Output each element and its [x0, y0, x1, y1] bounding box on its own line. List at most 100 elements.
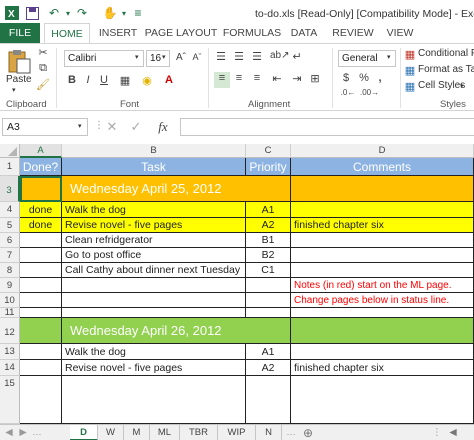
- number-format-dropdown-icon[interactable]: ▾: [387, 53, 391, 61]
- row-header[interactable]: 1: [0, 158, 20, 176]
- font-color-icon[interactable]: A: [162, 74, 176, 86]
- row-header[interactable]: 14: [0, 360, 20, 376]
- currency-button[interactable]: $: [340, 72, 352, 84]
- name-box[interactable]: A3: [2, 118, 88, 136]
- copy-icon[interactable]: ⧉: [36, 62, 50, 75]
- bold-button[interactable]: B: [66, 74, 78, 86]
- task-cell[interactable]: Call Cathy about dinner next Tuesday: [62, 263, 246, 278]
- italic-button[interactable]: I: [82, 74, 94, 86]
- comment-cell[interactable]: finished chapter six: [291, 360, 474, 376]
- font-size-select[interactable]: 16: [146, 50, 170, 67]
- cancel-icon[interactable]: ✕: [104, 119, 120, 135]
- comment-cell[interactable]: [291, 308, 474, 318]
- customize-quick-access-icon[interactable]: ≡: [130, 5, 146, 21]
- note-cell[interactable]: Change pages below in status line.: [291, 293, 474, 308]
- task-cell[interactable]: Walk the dog: [62, 344, 246, 360]
- row-header[interactable]: 7: [0, 248, 20, 263]
- tab-review[interactable]: REVIEW: [330, 23, 376, 43]
- comma-button[interactable]: ,: [374, 72, 386, 84]
- align-right-icon[interactable]: ≡: [250, 72, 264, 84]
- formula-input[interactable]: [180, 118, 474, 136]
- comment-cell[interactable]: [291, 376, 474, 424]
- insert-function-icon[interactable]: fx: [154, 119, 172, 135]
- format-painter-icon[interactable]: 🖌: [36, 78, 50, 91]
- redo-icon[interactable]: ↷: [74, 5, 90, 21]
- row-header[interactable]: 8: [0, 263, 20, 278]
- merge-center-icon[interactable]: ⊞: [308, 72, 322, 85]
- task-cell[interactable]: Revise novel - five pages: [62, 218, 246, 233]
- tab-page-layout[interactable]: PAGE LAYOUT: [144, 23, 218, 43]
- done-cell[interactable]: [20, 344, 62, 360]
- column-header-c[interactable]: C: [246, 144, 291, 158]
- priority-cell[interactable]: [246, 278, 291, 293]
- done-cell[interactable]: [20, 360, 62, 376]
- task-cell[interactable]: Clean refridgerator: [62, 233, 246, 248]
- header-cell-done[interactable]: Done?: [20, 158, 62, 176]
- header-cell-priority[interactable]: Priority: [246, 158, 291, 176]
- scroll-left-icon[interactable]: ◀: [446, 425, 460, 440]
- priority-cell[interactable]: A2: [246, 360, 291, 376]
- decrease-indent-icon[interactable]: ⇤: [270, 72, 284, 85]
- align-center-icon[interactable]: ≡: [232, 72, 246, 84]
- tab-home[interactable]: HOME: [44, 23, 90, 44]
- underline-button[interactable]: U: [98, 74, 110, 86]
- paste-icon[interactable]: [6, 48, 32, 74]
- priority-cell[interactable]: C1: [246, 263, 291, 278]
- sheet-tab-m[interactable]: M: [124, 425, 150, 440]
- tab-data[interactable]: DATA: [286, 23, 322, 43]
- cell-styles-icon[interactable]: ▦: [404, 80, 416, 93]
- cut-icon[interactable]: ✂: [36, 46, 50, 59]
- note-cell[interactable]: Notes (in red) start on the ML page.: [291, 278, 474, 293]
- priority-cell[interactable]: [246, 376, 291, 424]
- increase-font-icon[interactable]: Aˆ: [174, 52, 188, 63]
- fill-color-icon[interactable]: ◉: [140, 74, 154, 87]
- priority-cell[interactable]: [246, 293, 291, 308]
- row-header[interactable]: 6: [0, 233, 20, 248]
- column-header-d[interactable]: D: [291, 144, 474, 158]
- sheet-tab-wip[interactable]: WIP: [218, 425, 256, 440]
- horizontal-scroll-grip-icon[interactable]: ⋮: [430, 425, 444, 440]
- done-cell[interactable]: done: [20, 202, 62, 218]
- tab-formulas[interactable]: FORMULAS: [222, 23, 282, 43]
- top-align-icon[interactable]: ☰: [214, 50, 228, 63]
- task-cell[interactable]: [62, 308, 246, 318]
- done-cell[interactable]: [20, 278, 62, 293]
- tab-view[interactable]: VIEW: [384, 23, 416, 43]
- task-cell[interactable]: [62, 293, 246, 308]
- task-cell[interactable]: [62, 376, 246, 424]
- paste-dropdown-icon[interactable]: ▾: [12, 86, 16, 94]
- task-cell[interactable]: Revise novel - five pages: [62, 360, 246, 376]
- enter-icon[interactable]: ✓: [128, 119, 144, 135]
- sheet-tab-d[interactable]: D: [70, 425, 98, 440]
- sheet-tab-ml[interactable]: ML: [150, 425, 180, 440]
- column-header-b[interactable]: B: [62, 144, 246, 158]
- date-row-cell[interactable]: [291, 176, 474, 202]
- priority-cell[interactable]: B1: [246, 233, 291, 248]
- scroll-tabs-left-icon[interactable]: ◀: [2, 425, 16, 440]
- row-header[interactable]: 9: [0, 278, 20, 293]
- wrap-text-icon[interactable]: ↵: [290, 50, 304, 63]
- comment-cell[interactable]: [291, 344, 474, 360]
- scroll-tabs-right-icon[interactable]: ▶: [16, 425, 30, 440]
- font-size-dropdown-icon[interactable]: ▾: [162, 53, 166, 61]
- new-sheet-icon[interactable]: ⊕: [300, 425, 316, 440]
- cell-styles-dropdown-icon[interactable]: ▾: [460, 82, 464, 90]
- cell-styles-button[interactable]: Cell Styles: [418, 80, 465, 91]
- row-header[interactable]: 13: [0, 344, 20, 360]
- comment-cell[interactable]: [291, 248, 474, 263]
- font-name-select[interactable]: Calibri: [64, 50, 144, 67]
- comment-cell[interactable]: [291, 202, 474, 218]
- select-all-corner[interactable]: [0, 144, 20, 158]
- conditional-formatting-icon[interactable]: ▦: [404, 48, 416, 61]
- date-row-cell[interactable]: [20, 318, 62, 344]
- row-header[interactable]: 11: [0, 308, 20, 318]
- font-name-dropdown-icon[interactable]: ▾: [135, 53, 139, 61]
- format-as-table-icon[interactable]: ▦: [404, 64, 416, 77]
- row-header[interactable]: 10: [0, 293, 20, 308]
- row-header[interactable]: 4: [0, 202, 20, 218]
- priority-cell[interactable]: A1: [246, 202, 291, 218]
- sheet-tab-tbr[interactable]: TBR: [180, 425, 218, 440]
- column-header-a[interactable]: A: [20, 144, 62, 158]
- comment-cell[interactable]: [291, 233, 474, 248]
- priority-cell[interactable]: A2: [246, 218, 291, 233]
